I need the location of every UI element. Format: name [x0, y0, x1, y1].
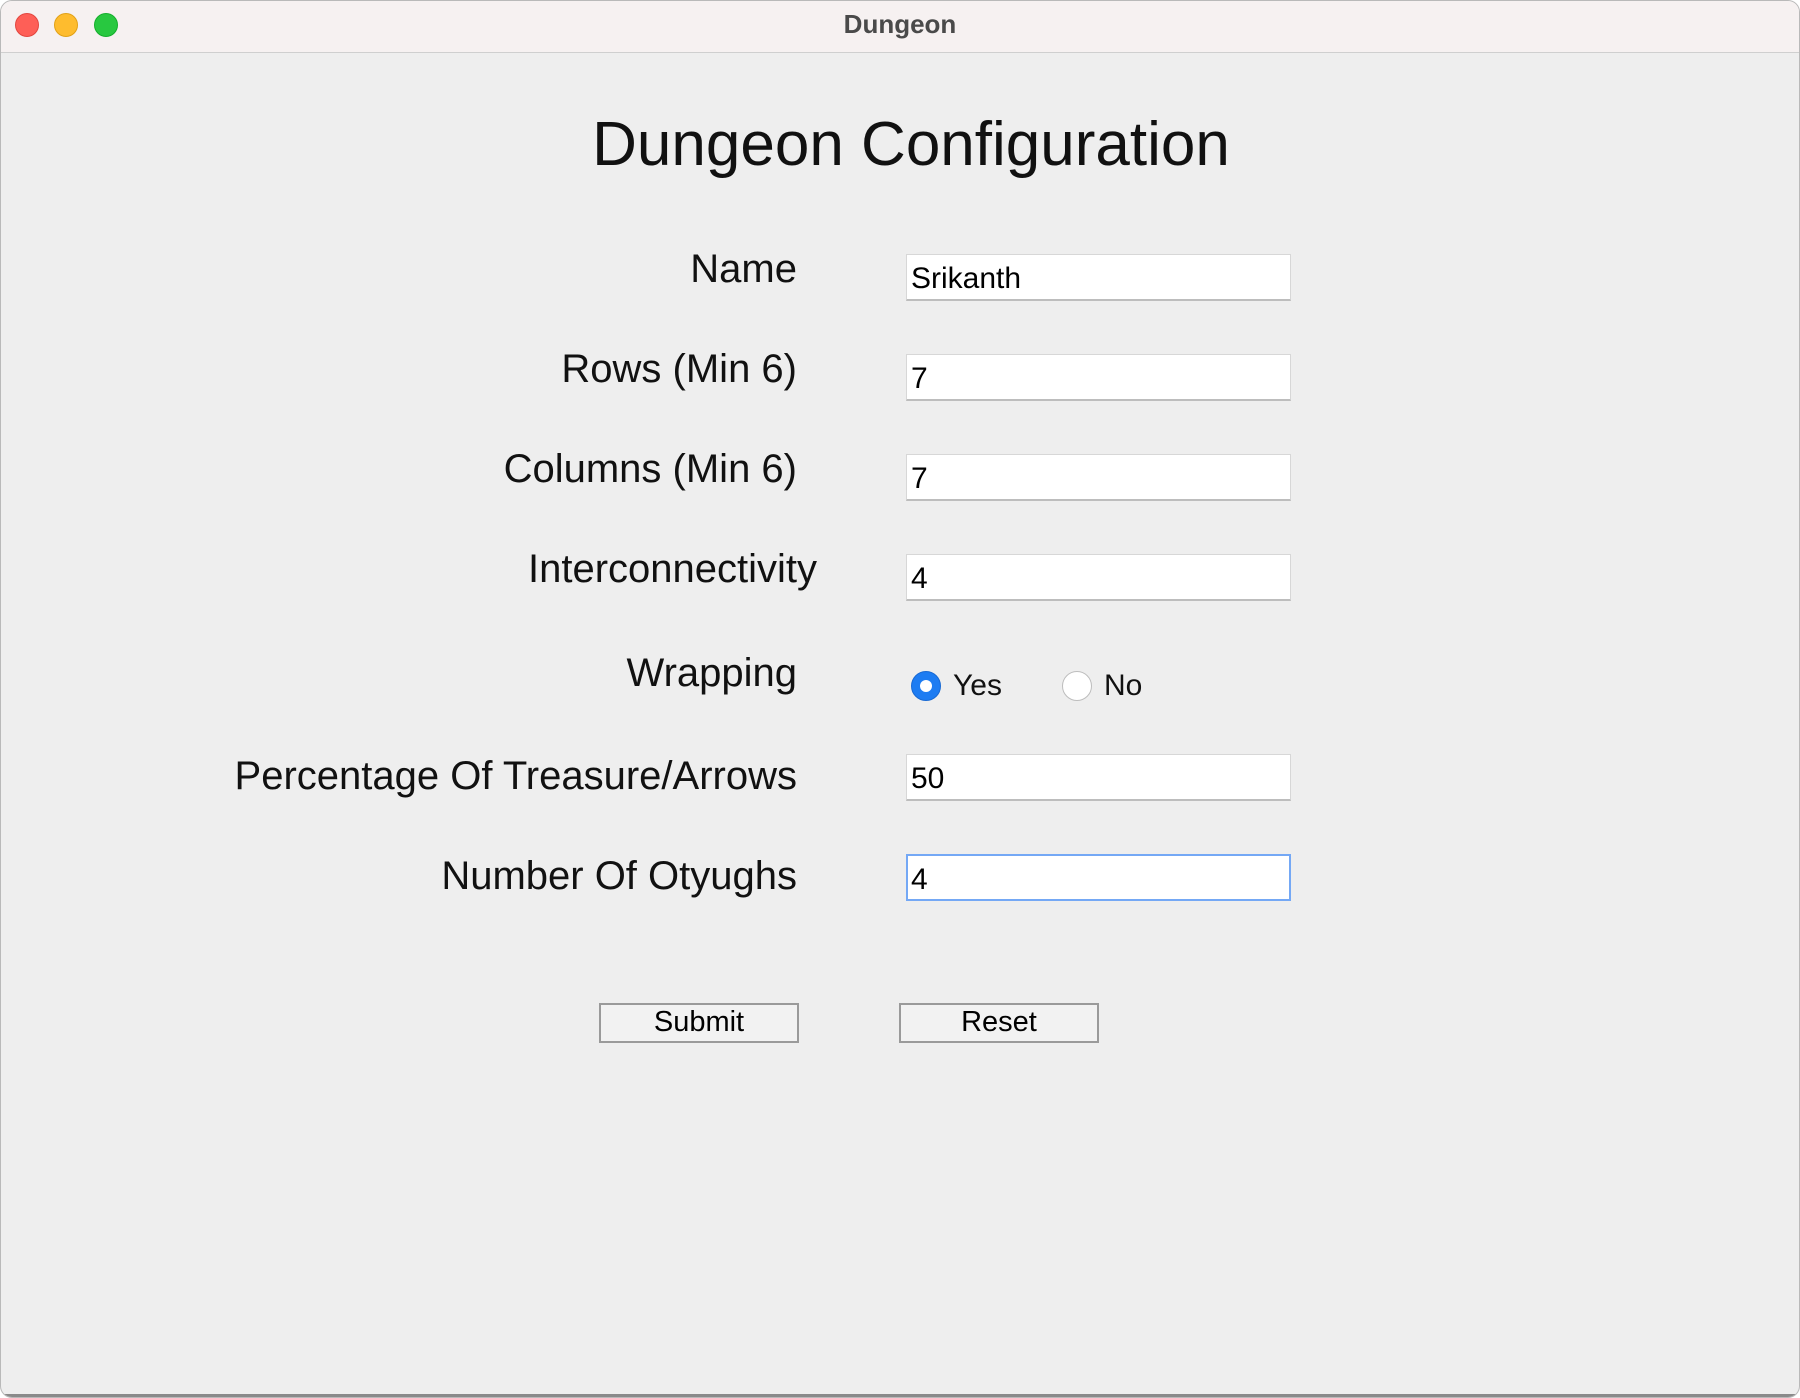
- percentage-input[interactable]: [906, 754, 1291, 801]
- otyughs-label: Number Of Otyughs: [441, 854, 797, 898]
- name-input[interactable]: [906, 254, 1291, 301]
- wrapping-label: Wrapping: [626, 651, 797, 695]
- otyughs-input[interactable]: [906, 854, 1291, 901]
- name-label: Name: [690, 247, 797, 291]
- wrapping-yes-label: Yes: [953, 669, 1002, 702]
- radio-unselected-icon: [1062, 671, 1092, 701]
- window-title: Dungeon: [843, 9, 957, 39]
- interconnectivity-input[interactable]: [906, 554, 1291, 601]
- window-bottom-edge: [1, 1394, 1799, 1397]
- columns-input[interactable]: [906, 454, 1291, 501]
- columns-label: Columns (Min 6): [503, 447, 797, 491]
- submit-button[interactable]: Submit: [599, 1003, 799, 1043]
- app-window: Dungeon Dungeon Configuration Name Rows …: [0, 0, 1800, 1398]
- wrapping-yes-radio[interactable]: Yes: [911, 666, 1002, 706]
- page-title: Dungeon Configuration: [592, 110, 1230, 179]
- title-bar[interactable]: Dungeon: [1, 1, 1799, 53]
- interconnectivity-label: Interconnectivity: [527, 547, 817, 591]
- rows-input[interactable]: [906, 354, 1291, 401]
- rows-label: Rows (Min 6): [561, 347, 797, 391]
- wrapping-no-label: No: [1104, 669, 1143, 702]
- radio-selected-icon: [911, 671, 941, 701]
- wrapping-no-radio[interactable]: No: [1062, 666, 1142, 706]
- reset-button[interactable]: Reset: [899, 1003, 1099, 1043]
- percentage-label: Percentage Of Treasure/Arrows: [234, 754, 797, 798]
